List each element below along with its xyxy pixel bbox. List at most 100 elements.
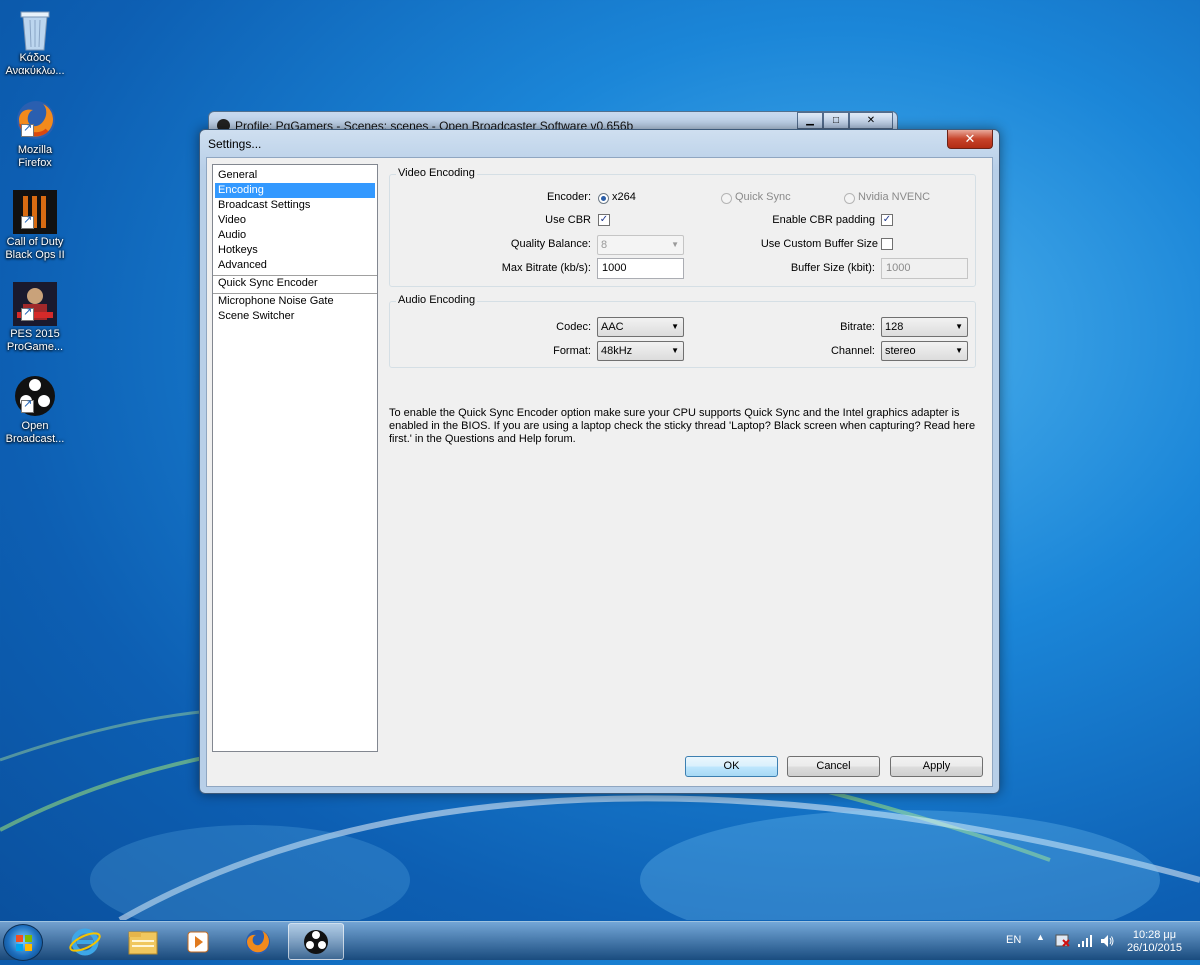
system-tray: EN ▲ 10:28 μμ 26/10/2015 [1000,922,1200,961]
internet-explorer-icon [69,928,101,956]
clock[interactable]: 10:28 μμ 26/10/2015 [1127,929,1182,955]
taskbar-obs[interactable] [288,923,344,960]
taskbar: EN ▲ 10:28 μμ 26/10/2015 [0,921,1200,961]
chevron-down-icon: ▼ [671,322,679,331]
language-indicator[interactable]: EN [1006,934,1021,946]
channel-label: Channel: [830,345,875,357]
format-label: Format: [553,345,591,357]
firefox-icon [13,98,57,142]
desktop-icon-recycle-bin[interactable]: Κάδος Ανακύκλω... [2,6,68,78]
codec-select[interactable]: AAC ▼ [597,317,684,337]
dialog-client-area: General Encoding Broadcast Settings Vide… [206,157,993,787]
encoder-option-quick-sync-label: Quick Sync [735,191,791,203]
minimize-button[interactable]: ▁ [797,112,823,129]
category-list[interactable]: General Encoding Broadcast Settings Vide… [212,164,378,752]
taskbar-windows-explorer[interactable] [115,923,171,960]
use-cbr-label: Use CBR [545,214,591,226]
desktop-icon-label: Open Broadcast... [5,420,65,445]
firefox-icon [246,930,270,954]
category-general[interactable]: General [213,168,377,183]
category-quick-sync-encoder[interactable]: Quick Sync Encoder [213,276,377,291]
start-button[interactable] [3,924,43,961]
audio-bitrate-select[interactable]: 128 ▼ [881,317,968,337]
shortcut-arrow-icon [21,214,34,229]
format-select[interactable]: 48kHz ▼ [597,341,684,361]
use-cbr-checkbox[interactable]: ✓ [598,214,610,226]
taskbar-media-player[interactable] [172,923,228,960]
quality-balance-select[interactable]: 8 ▼ [597,235,684,255]
encoder-radio-quick-sync[interactable] [721,193,732,204]
category-microphone-noise-gate[interactable]: Microphone Noise Gate [213,294,377,309]
call-of-duty-icon [13,190,57,234]
desktop-icon-label: Mozilla Firefox [17,144,53,169]
settings-dialog[interactable]: Settings... ✕ General Encoding Broadcast… [199,129,1000,794]
desktop-icon-label: Κάδος Ανακύκλω... [5,52,65,77]
use-custom-buffer-checkbox[interactable] [881,238,893,250]
network-status-icon[interactable] [1055,933,1071,949]
media-player-icon [187,931,209,953]
use-custom-buffer-label: Use Custom Buffer Size [760,238,878,250]
recycle-bin-icon [13,6,57,51]
encoder-label: Encoder: [546,191,591,203]
audio-bitrate-label: Bitrate: [840,321,875,333]
desktop-icon-label: PES 2015 ProGame... [6,328,64,353]
category-broadcast-settings[interactable]: Broadcast Settings [213,198,377,213]
video-encoding-title: Video Encoding [396,167,477,179]
dialog-close-button[interactable]: ✕ [947,130,993,149]
category-scene-switcher[interactable]: Scene Switcher [213,309,377,324]
signal-strength-icon[interactable] [1077,934,1093,948]
enable-cbr-padding-checkbox[interactable]: ✓ [881,214,893,226]
chevron-down-icon: ▼ [955,322,963,331]
audio-encoding-group: Audio Encoding Codec: AAC ▼ Bitrate: 128… [389,294,976,368]
chevron-down-icon: ▼ [671,240,679,249]
chevron-down-icon: ▼ [671,346,679,355]
codec-label: Codec: [556,321,591,333]
pes-2015-icon [13,282,57,326]
encoder-radio-nvenc[interactable] [844,193,855,204]
windows-logo-icon [16,935,32,951]
taskbar-firefox[interactable] [230,923,286,960]
quality-balance-label: Quality Balance: [510,238,591,250]
desktop-icon-call-of-duty[interactable]: Call of Duty Black Ops II [2,190,68,262]
maximize-button[interactable]: □ [823,112,849,129]
volume-icon[interactable] [1099,933,1115,949]
shortcut-arrow-icon [21,306,34,321]
desktop-icon-firefox[interactable]: Mozilla Firefox [2,98,68,170]
audio-bitrate-value: 128 [885,321,904,333]
taskbar-internet-explorer[interactable] [57,923,113,960]
encoder-option-x264-label: x264 [612,191,636,203]
desktop-icon-pes-2015[interactable]: PES 2015 ProGame... [2,282,68,354]
max-bitrate-label: Max Bitrate (kb/s): [501,262,591,274]
enable-cbr-padding-label: Enable CBR padding [772,214,875,226]
shortcut-arrow-icon [21,122,34,137]
category-hotkeys[interactable]: Hotkeys [213,243,377,258]
cancel-button[interactable]: Cancel [787,756,880,777]
buffer-size-input[interactable]: 1000 [881,258,968,279]
format-value: 48kHz [601,345,633,357]
obs-icon [304,930,328,954]
clock-time: 10:28 μμ [1132,929,1177,941]
show-hidden-icons-button[interactable]: ▲ [1036,932,1045,942]
max-bitrate-input[interactable]: 1000 [597,258,684,279]
audio-encoding-title: Audio Encoding [396,294,478,306]
close-button[interactable]: ✕ [849,112,893,129]
channel-select[interactable]: stereo ▼ [881,341,968,361]
category-audio[interactable]: Audio [213,228,377,243]
apply-button[interactable]: Apply [890,756,983,777]
encoder-radio-x264[interactable] [598,193,609,204]
quick-sync-info-text: To enable the Quick Sync Encoder option … [389,407,976,445]
quality-balance-value: 8 [601,239,608,251]
obs-icon [13,374,57,418]
shortcut-arrow-icon [21,398,34,413]
category-encoding[interactable]: Encoding [215,183,375,198]
dialog-title: Settings... [208,137,262,151]
category-advanced[interactable]: Advanced [213,258,377,273]
ok-button[interactable]: OK [685,756,778,777]
buffer-size-label: Buffer Size (kbit): [790,262,875,274]
clock-date: 26/10/2015 [1126,942,1182,954]
category-video[interactable]: Video [213,213,377,228]
codec-value: AAC [601,321,624,333]
folder-icon [128,931,158,955]
channel-value: stereo [885,345,916,357]
desktop-icon-obs[interactable]: Open Broadcast... [2,374,68,446]
